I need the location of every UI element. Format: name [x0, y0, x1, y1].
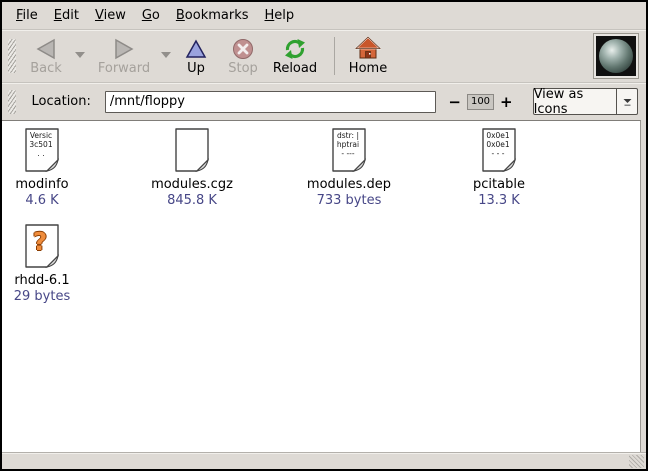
up-label: Up	[187, 61, 205, 76]
file-name[interactable]: modinfo	[15, 177, 68, 192]
back-icon	[34, 36, 58, 60]
menu-file[interactable]: File	[16, 8, 38, 23]
back-button[interactable]: Back	[26, 36, 66, 76]
forward-history-chevron-icon[interactable]	[160, 48, 172, 63]
menu-bookmarks[interactable]: Bookmarks	[176, 8, 249, 23]
up-button[interactable]: Up	[180, 36, 212, 76]
file-item[interactable]: ? rhdd-6.1 29 bytes	[2, 223, 82, 304]
menu-bar: File Edit View Go Bookmarks Help	[2, 2, 646, 30]
nautilus-throbber-sphere-icon	[599, 39, 633, 73]
blank-document-icon	[173, 127, 211, 173]
file-preview-text: dstr: | hptrai - ---	[331, 131, 365, 158]
forward-button[interactable]: Forward	[96, 36, 152, 76]
throbber-button[interactable]	[593, 33, 639, 79]
back-label: Back	[30, 61, 62, 76]
file-manager-window: File Edit View Go Bookmarks Help Back Fo…	[0, 0, 648, 471]
dropdown-arrow-icon	[616, 89, 637, 114]
zoom-in-button[interactable]: +	[496, 93, 517, 111]
zoom-level-indicator[interactable]: 100	[467, 94, 494, 110]
zoom-out-button[interactable]: −	[444, 93, 465, 111]
menu-edit[interactable]: Edit	[54, 8, 79, 23]
file-size: 4.6 K	[25, 193, 58, 208]
menu-help[interactable]: Help	[265, 8, 295, 23]
reload-icon	[283, 36, 307, 60]
file-preview-text: 0x0e1 0x0e1 - - -	[481, 131, 515, 158]
file-item[interactable]: dstr: | hptrai - --- modules.dep 733 byt…	[273, 127, 425, 208]
toolbar-drag-handle[interactable]	[8, 39, 16, 73]
file-item[interactable]: Versic 3c501 . . modinfo 4.6 K	[2, 127, 82, 208]
file-item[interactable]: modules.cgz 845.8 K	[116, 127, 268, 208]
home-label: Home	[349, 61, 387, 76]
stop-button[interactable]: Stop	[226, 36, 260, 76]
text-file-preview-icon: Versic 3c501 . .	[23, 127, 61, 173]
location-input[interactable]	[105, 91, 437, 113]
home-button[interactable]: Home	[347, 36, 389, 76]
unknown-file-icon: ?	[23, 223, 61, 269]
stop-icon	[231, 36, 255, 60]
resize-grip[interactable]	[629, 455, 644, 468]
text-file-preview-icon: 0x0e1 0x0e1 - - -	[480, 127, 518, 173]
home-icon	[355, 36, 381, 60]
file-name[interactable]: modules.dep	[307, 177, 391, 192]
file-size: 13.3 K	[478, 193, 520, 208]
stop-label: Stop	[228, 61, 258, 76]
up-icon	[184, 36, 208, 60]
throbber-frame	[596, 36, 636, 76]
forward-icon	[112, 36, 136, 60]
view-as-dropdown[interactable]: View as Icons	[533, 88, 638, 115]
text-file-preview-icon: dstr: | hptrai - ---	[330, 127, 368, 173]
location-label: Location:	[32, 94, 91, 109]
status-bar	[2, 452, 646, 469]
file-size: 29 bytes	[14, 289, 71, 304]
file-size: 733 bytes	[317, 193, 382, 208]
view-as-selected-value: View as Icons	[534, 89, 616, 114]
question-mark-glyph: ?	[23, 227, 57, 256]
file-name[interactable]: modules.cgz	[151, 177, 233, 192]
toolbar-separator	[334, 37, 335, 75]
reload-label: Reload	[273, 61, 317, 76]
forward-label: Forward	[98, 61, 150, 76]
file-size: 845.8 K	[167, 193, 217, 208]
file-icon-view[interactable]: Versic 3c501 . . modinfo 4.6 K modules.c…	[2, 120, 641, 452]
menu-view[interactable]: View	[95, 8, 126, 23]
file-preview-text: Versic 3c501 . .	[24, 131, 58, 158]
toolbar: Back Forward Up	[2, 30, 646, 83]
reload-button[interactable]: Reload	[270, 36, 320, 76]
location-bar: Location: − 100 + View as Icons	[2, 83, 646, 120]
menu-go[interactable]: Go	[142, 8, 160, 23]
file-name[interactable]: rhdd-6.1	[14, 273, 69, 288]
file-item[interactable]: 0x0e1 0x0e1 - - - pcitable 13.3 K	[423, 127, 575, 208]
locationbar-drag-handle[interactable]	[8, 90, 16, 114]
file-name[interactable]: pcitable	[473, 177, 525, 192]
back-history-chevron-icon[interactable]	[74, 48, 86, 63]
